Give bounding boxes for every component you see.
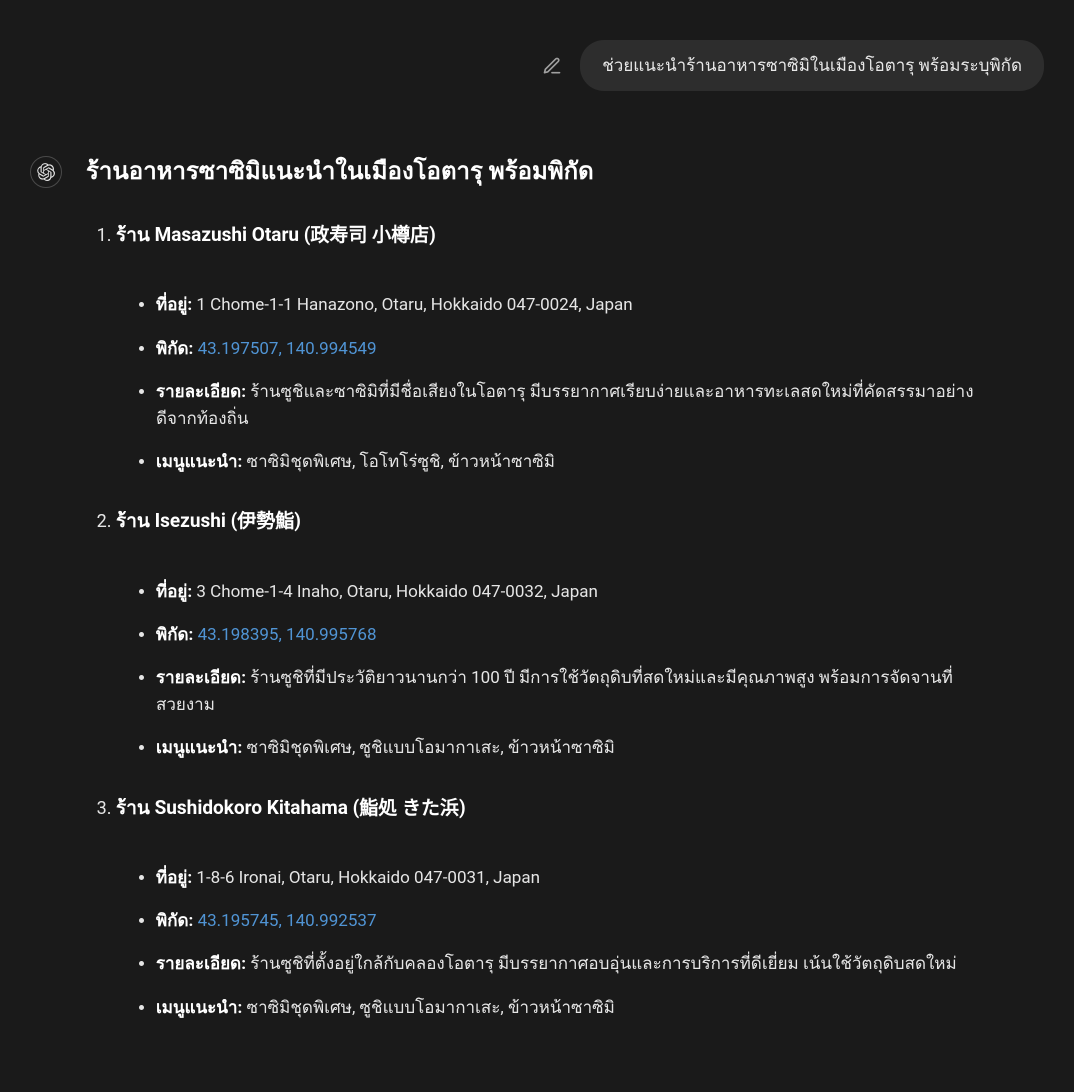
assistant-row: ร้านอาหารซาซิมิแนะนำในเมืองโอตารุ พร้อมพ… xyxy=(30,151,1044,1052)
address-value: 3 Chome-1-4 Inaho, Otaru, Hokkaido 047-0… xyxy=(196,582,598,602)
address-label: ที่อยู่: xyxy=(156,868,192,888)
restaurant-name: ร้าน Sushidokoro Kitahama (鮨処 きた浜) xyxy=(116,793,466,823)
details-value: ร้านซูชิที่มีประวัติยาวนานกว่า 100 ปี มี… xyxy=(156,668,953,715)
coords-link[interactable]: 43.198395, 140.995768 xyxy=(198,625,377,645)
menu-value: ซาซิมิชุดพิเศษ, ซูชิแบบโอมากาเสะ, ข้าวหน… xyxy=(247,998,615,1018)
detail-list: ที่อยู่: 3 Chome-1-4 Inaho, Otaru, Hokka… xyxy=(116,579,984,763)
menu-item: เมนูแนะนำ: ซาซิมิชุดพิเศษ, ซูชิแบบโอมากา… xyxy=(156,735,984,762)
details-item: รายละเอียด: ร้านซูชิและซาซิมิที่มีชื่อเส… xyxy=(156,379,984,433)
details-value: ร้านซูชิที่ตั้งอยู่ใกล้กับคลองโอตารุ มีบ… xyxy=(250,954,957,974)
detail-list: ที่อยู่: 1-8-6 Ironai, Otaru, Hokkaido 0… xyxy=(116,865,984,1022)
openai-logo-icon xyxy=(37,163,55,181)
restaurant-name: ร้าน Isezushi (伊勢鮨) xyxy=(116,506,301,536)
menu-item: เมนูแนะนำ: ซาซิมิชุดพิเศษ, ซูชิแบบโอมากา… xyxy=(156,995,984,1022)
user-message-row: ช่วยแนะนำร้านอาหารซาซิมิในเมืองโอตารุ พร… xyxy=(30,40,1044,91)
assistant-avatar xyxy=(30,156,62,188)
details-label: รายละเอียด: xyxy=(156,954,246,974)
details-label: รายละเอียด: xyxy=(156,668,246,688)
restaurant-item: ร้าน Masazushi Otaru (政寿司 小樽店) ที่อยู่: … xyxy=(116,220,984,476)
coords-link[interactable]: 43.197507, 140.994549 xyxy=(198,339,377,359)
address-label: ที่อยู่: xyxy=(156,582,192,602)
address-item: ที่อยู่: 1 Chome-1-1 Hanazono, Otaru, Ho… xyxy=(156,292,984,319)
coords-label: พิกัด: xyxy=(156,339,193,359)
coords-label: พิกัด: xyxy=(156,625,193,645)
restaurant-list: ร้าน Masazushi Otaru (政寿司 小樽店) ที่อยู่: … xyxy=(86,220,984,1022)
details-value: ร้านซูชิและซาซิมิที่มีชื่อเสียงในโอตารุ … xyxy=(156,382,974,429)
details-item: รายละเอียด: ร้านซูชิที่มีประวัติยาวนานกว… xyxy=(156,665,984,719)
address-value: 1-8-6 Ironai, Otaru, Hokkaido 047-0031, … xyxy=(196,868,540,888)
restaurant-item: ร้าน Isezushi (伊勢鮨) ที่อยู่: 3 Chome-1-4… xyxy=(116,506,984,762)
coords-item: พิกัด: 43.198395, 140.995768 xyxy=(156,622,984,649)
user-message-bubble: ช่วยแนะนำร้านอาหารซาซิมิในเมืองโอตารุ พร… xyxy=(580,40,1044,91)
menu-item: เมนูแนะนำ: ซาซิมิชุดพิเศษ, โอโทโร่ซูชิ, … xyxy=(156,449,984,476)
menu-label: เมนูแนะนำ: xyxy=(156,452,242,472)
address-value: 1 Chome-1-1 Hanazono, Otaru, Hokkaido 04… xyxy=(196,295,632,315)
address-item: ที่อยู่: 3 Chome-1-4 Inaho, Otaru, Hokka… xyxy=(156,579,984,606)
restaurant-item: ร้าน Sushidokoro Kitahama (鮨処 きた浜) ที่อย… xyxy=(116,793,984,1022)
response-heading: ร้านอาหารซาซิมิแนะนำในเมืองโอตารุ พร้อมพ… xyxy=(86,151,984,190)
edit-icon[interactable] xyxy=(542,56,562,76)
address-label: ที่อยู่: xyxy=(156,295,192,315)
assistant-content: ร้านอาหารซาซิมิแนะนำในเมืองโอตารุ พร้อมพ… xyxy=(86,151,1044,1052)
restaurant-name: ร้าน Masazushi Otaru (政寿司 小樽店) xyxy=(116,220,436,250)
coords-link[interactable]: 43.195745, 140.992537 xyxy=(198,911,377,931)
coords-item: พิกัด: 43.197507, 140.994549 xyxy=(156,336,984,363)
coords-item: พิกัด: 43.195745, 140.992537 xyxy=(156,908,984,935)
detail-list: ที่อยู่: 1 Chome-1-1 Hanazono, Otaru, Ho… xyxy=(116,292,984,476)
menu-value: ซาซิมิชุดพิเศษ, ซูชิแบบโอมากาเสะ, ข้าวหน… xyxy=(247,738,615,758)
details-label: รายละเอียด: xyxy=(156,382,246,402)
user-message-text: ช่วยแนะนำร้านอาหารซาซิมิในเมืองโอตารุ พร… xyxy=(602,56,1022,76)
address-item: ที่อยู่: 1-8-6 Ironai, Otaru, Hokkaido 0… xyxy=(156,865,984,892)
details-item: รายละเอียด: ร้านซูชิที่ตั้งอยู่ใกล้กับคล… xyxy=(156,951,984,978)
menu-label: เมนูแนะนำ: xyxy=(156,998,242,1018)
coords-label: พิกัด: xyxy=(156,911,193,931)
menu-value: ซาซิมิชุดพิเศษ, โอโทโร่ซูชิ, ข้าวหน้าซาซ… xyxy=(247,452,555,472)
menu-label: เมนูแนะนำ: xyxy=(156,738,242,758)
